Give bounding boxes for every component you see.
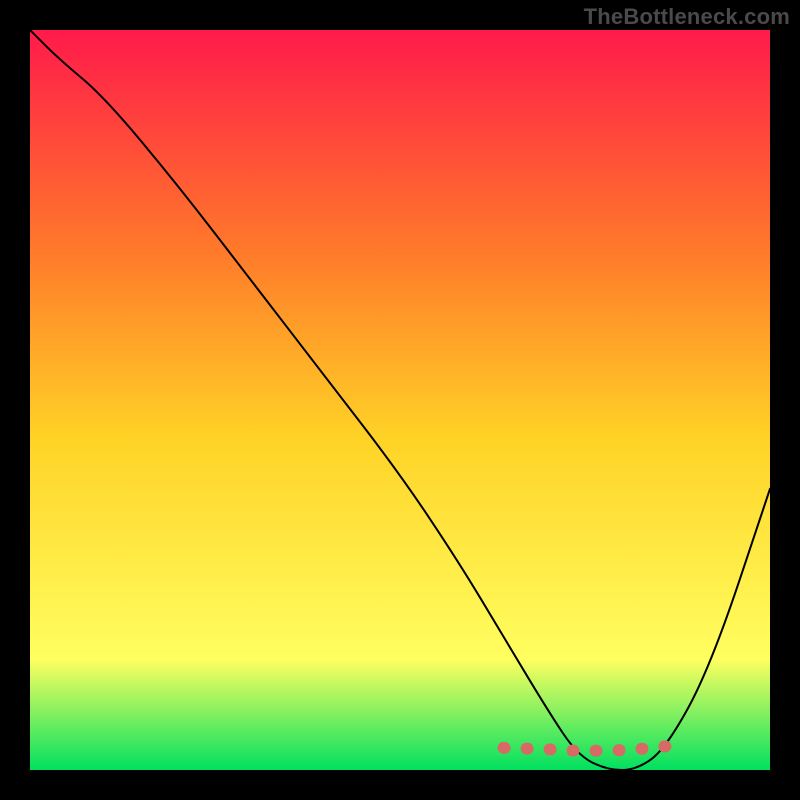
plot-area <box>30 30 770 770</box>
chart-svg <box>30 30 770 770</box>
watermark-text: TheBottleneck.com <box>584 4 790 30</box>
chart-frame: TheBottleneck.com <box>0 0 800 800</box>
